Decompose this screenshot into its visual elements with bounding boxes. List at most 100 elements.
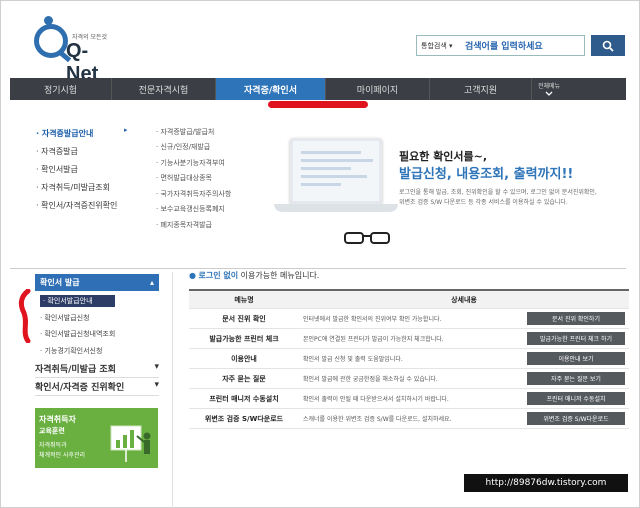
screen-line [301, 159, 373, 162]
row-description: 본인PC에 연결된 프린터가 발급이 가능한지 체크합니다. [303, 336, 444, 343]
dropdown-item-label: 자격증발급 [41, 146, 78, 156]
promo-description: 로그인을 통해 발급, 조회, 진위확인을 할 수 있으며, 로그인 없이 문서… [399, 189, 597, 196]
red-underline-annotation [268, 101, 368, 108]
sidebar-group-label: 자격취득/미발급 조회 [35, 365, 116, 375]
dropdown-item-confirmation-issue[interactable]: · 확인서발급 [36, 160, 117, 178]
forgery-sw-download-button[interactable]: 위변조 검증 S/W다운로드 [527, 412, 625, 425]
all-menu-label: 전체메뉴 [537, 82, 561, 90]
dropdown-col-main: · 자격증발급안내 · 자격증발급 · 확인서발급 · 자격취득/미발급조회 ·… [36, 124, 117, 214]
nav-item-regular-exam[interactable]: 정기시험 [10, 78, 112, 100]
table-header-row: 메뉴명 상세내용 [189, 291, 629, 309]
row-menu-name: 발급가능한 프린터 체크 [209, 334, 279, 343]
bullet-icon: ● [189, 271, 196, 280]
sidebar-item-label: 확인서발급안내 [47, 297, 93, 305]
logo-q-icon [34, 24, 68, 58]
notice-rest: 이용가능한 메뉴입니다. [238, 271, 320, 280]
nav-item-professional-exam[interactable]: 전문자격시험 [112, 78, 216, 100]
table-row: 발급가능한 프린터 체크 본인PC에 연결된 프린터가 발급이 가능한지 체크합… [189, 329, 629, 349]
nav-item-support[interactable]: 고객지원 [430, 78, 532, 100]
dropdown-item-authenticity-check[interactable]: · 확인서/자격증진위확인 [36, 196, 117, 214]
dropdown-subitem-label: 자격증발급/발급처 [160, 127, 215, 136]
dropdown-subitem-label: 기능사분기능자격부여 [160, 158, 225, 167]
sidebar-item-label: 확인서발급신청 [44, 313, 90, 322]
dropdown-subitem[interactable]: · 신규/인정/재발급 [156, 140, 231, 156]
dropdown-item-label: 확인서/자격증진위확인 [41, 200, 118, 210]
dropdown-subitem[interactable]: · 자격증발급/발급처 [156, 124, 231, 140]
sidebar-group-authenticity[interactable]: 확인서/자격증 진위확인 ▾ [35, 380, 159, 396]
dropdown-subitem-label: 폐지종목자격발급 [160, 220, 212, 229]
row-menu-name: 자주 묻는 질문 [222, 374, 266, 383]
chevron-down-icon [545, 91, 553, 96]
dropdown-subitem[interactable]: · 면허발급대상종목 [156, 171, 231, 187]
chevron-down-icon: ▾ [154, 380, 159, 390]
sidebar-item-skill-contest[interactable]: · 기능경기확인서신청 [40, 343, 115, 360]
search-button[interactable] [591, 35, 625, 56]
dropdown-subitem-label: 국가자격취득자주의사항 [160, 189, 232, 198]
dropdown-subitem[interactable]: · 보수교육갱신등록폐지 [156, 202, 231, 218]
search-box: 통합검색 ▾ [416, 35, 585, 56]
dropdown-subitem[interactable]: · 국가자격취득자주의사항 [156, 186, 231, 202]
dropdown-item-label: 자격증발급안내 [41, 128, 94, 138]
banner-text: 자격취득과 [39, 442, 67, 449]
dropdown-subitem[interactable]: · 폐지종목자격발급 [156, 217, 231, 233]
sidebar-item-confirmation-guide[interactable]: · 확인서발급안내 [40, 295, 116, 307]
dropdown-item-label: 자격취득/미발급조회 [41, 182, 111, 192]
row-description: 인터넷에서 발급한 확인서의 진위여부 확인 가능합니다. [303, 316, 442, 323]
table-row: 프린터 매니저 수동설치 확인서 출력이 안될 때 다운받으셔서 설치하시기 바… [189, 389, 629, 409]
all-menu-button[interactable]: 전체메뉴 [532, 78, 566, 100]
dropdown-subitem-label: 신규/인정/재발급 [160, 143, 211, 152]
screen-line [301, 151, 361, 154]
blog-watermark: http://89876dw.tistory.com [464, 474, 628, 492]
chevron-down-icon: ▾ [154, 362, 159, 372]
search-icon [602, 40, 614, 52]
nav-item-certificate[interactable]: 자격증/확인서 [216, 78, 326, 100]
chevron-up-icon: ▴ [149, 278, 154, 287]
sidebar-header-confirmation[interactable]: 확인서 발급 ▴ [35, 274, 159, 291]
training-banner[interactable]: 자격취득자 교육훈련 자격취득과 체계적인 사후관리 [35, 408, 158, 468]
banner-subtitle: 교육훈련 [39, 427, 65, 435]
dropdown-subitem-label: 보수교육갱신등록폐지 [160, 205, 225, 214]
promo-description: 위변조 검증 S/W 다운로드 등 각종 서비스를 이용하실 수 있습니다. [399, 199, 568, 206]
doc-authenticity-button[interactable]: 문서 진위 확인하기 [527, 312, 625, 325]
printer-manager-install-button[interactable]: 프린터 매니저 수동설치 [527, 392, 625, 405]
dropdown-item-cert-issue[interactable]: · 자격증발급 [36, 142, 117, 160]
table-row: 문서 진위 확인 인터넷에서 발급한 확인서의 진위여부 확인 가능합니다. 문… [189, 309, 629, 329]
search-input[interactable] [465, 40, 580, 51]
faq-button[interactable]: 자주 묻는 질문 보기 [527, 372, 625, 385]
dropdown-subitem-label: 면허발급대상종목 [160, 174, 212, 183]
search-scope-select[interactable]: 통합검색 ▾ [417, 41, 465, 51]
promo-headline: 발급신청, 내용조회, 출력까지!! [399, 167, 574, 182]
row-menu-name: 위변조 검증 S/W다운로드 [204, 414, 284, 423]
row-description: 확인서 출력이 안될 때 다운받으셔서 설치하시기 바랍니다. [303, 396, 449, 403]
qnet-logo[interactable]: 자격의 모든것 Q-Net [28, 14, 118, 85]
sidebar-submenu: · 확인서발급안내 · 확인서발급신청 · 확인서발급신청내역조회 · 기능경기… [40, 293, 116, 360]
dropdown-item-label: 확인서발급 [41, 164, 78, 174]
table-row: 이용안내 확인서 발급 신청 및 출력 도움말입니다. 이용안내 보기 [189, 349, 629, 369]
chevron-right-icon: ▸ [124, 126, 128, 134]
printer-check-button[interactable]: 발급가능한 프린터 체크 하기 [527, 332, 625, 345]
table-header-menu: 메뉴명 [234, 295, 254, 304]
dropdown-subitem[interactable]: · 기능사분기능자격부여 [156, 155, 231, 171]
sidebar-item-apply-history[interactable]: · 확인서발급신청내역조회 [40, 326, 115, 343]
laptop-base [274, 204, 398, 212]
dropdown-item-cert-guide[interactable]: · 자격증발급안내 [36, 124, 117, 142]
laptop-illustration [272, 138, 398, 222]
sidebar-group-label: 확인서/자격증 진위확인 [35, 383, 125, 393]
banner-text: 체계적인 사후관리 [39, 452, 86, 459]
row-description: 스캐너를 이용한 위변조 검증 S/W를 다운로드, 설치하세요. [303, 416, 452, 423]
promo-title: 필요한 확인서를~, [399, 150, 488, 163]
dropdown-item-acquisition-inquiry[interactable]: · 자격취득/미발급조회 [36, 178, 117, 196]
usage-guide-button[interactable]: 이용안내 보기 [527, 352, 625, 365]
row-description: 확인서 발급 신청 및 출력 도움말입니다. [303, 356, 403, 363]
sidebar-item-confirmation-apply[interactable]: · 확인서발급신청 [40, 310, 115, 327]
nav-item-mypage[interactable]: 마이페이지 [326, 78, 430, 100]
sidebar-group-acquisition[interactable]: 자격취득/미발급 조회 ▾ [35, 362, 159, 378]
banner-title: 자격취득자 [39, 415, 76, 424]
row-description: 확인서 발급에 관한 궁금한점을 해소하실 수 있습니다. [303, 376, 438, 383]
row-menu-name: 이용안내 [231, 354, 257, 363]
red-bracket-annotation [18, 289, 31, 343]
dropdown-col-sub: · 자격증발급/발급처 · 신규/인정/재발급 · 기능사분기능자격부여 · 면… [156, 124, 231, 233]
service-table: 메뉴명 상세내용 문서 진위 확인 인터넷에서 발급한 확인서의 진위여부 확인… [189, 289, 629, 429]
main-nav: 정기시험 전문자격시험 자격증/확인서 마이페이지 고객지원 전체메뉴 [10, 78, 626, 100]
sidebar-item-label: 확인서발급신청내역조회 [44, 330, 116, 339]
